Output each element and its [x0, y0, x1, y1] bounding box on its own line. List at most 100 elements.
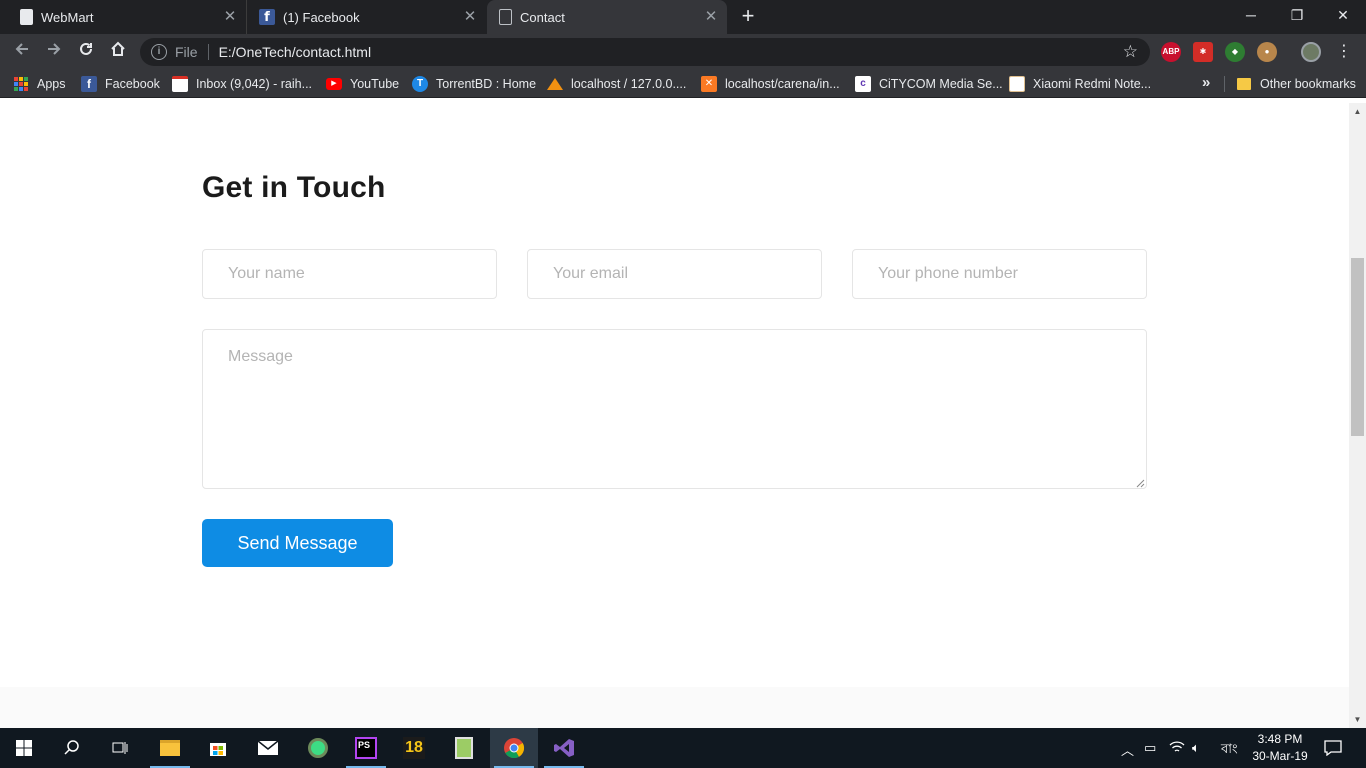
new-tab-button[interactable]: + [736, 5, 760, 29]
task-view-button[interactable] [96, 728, 144, 768]
phpstorm-button[interactable]: PS [342, 728, 390, 768]
close-window-button[interactable]: ✕ [1320, 0, 1366, 30]
forward-button[interactable] [42, 40, 66, 64]
bookmark-apps[interactable]: Apps [14, 75, 66, 93]
resize-grip-icon[interactable] [1136, 479, 1145, 488]
back-arrow-icon [15, 43, 28, 55]
app-18-icon: 18 [403, 737, 425, 759]
xiaomi-icon [1009, 76, 1025, 92]
tab-title: (1) Facebook [283, 9, 360, 25]
scheme-label: File [175, 44, 198, 60]
file-explorer-icon [160, 740, 180, 756]
email-input[interactable] [527, 249, 822, 299]
info-icon[interactable]: i [151, 44, 167, 60]
profile-avatar[interactable] [1301, 42, 1321, 62]
bookmark-label: Apps [37, 77, 66, 91]
close-icon[interactable]: ✕ [462, 9, 478, 25]
bookmark-label: Xiaomi Redmi Note... [1033, 77, 1152, 91]
message-textarea[interactable] [202, 329, 1147, 489]
xampp-icon: ✕ [701, 76, 717, 92]
restore-button[interactable]: ❐ [1274, 0, 1320, 30]
windows-logo-icon [16, 740, 32, 756]
battery-icon[interactable]: ▭ [1144, 740, 1156, 756]
notepad-button[interactable] [440, 728, 488, 768]
visual-studio-button[interactable] [540, 728, 588, 768]
tab-title: WebMart [41, 9, 94, 25]
mail-button[interactable] [244, 728, 292, 768]
document-icon [499, 9, 512, 25]
youtube-icon: ▶ [326, 78, 342, 90]
facebook-icon: f [259, 9, 275, 25]
back-button[interactable] [10, 40, 34, 64]
home-icon [111, 41, 125, 56]
tab-contact[interactable]: Contact ✕ [487, 0, 727, 34]
send-message-button[interactable]: Send Message [202, 519, 393, 567]
tab-facebook[interactable]: f (1) Facebook ✕ [246, 0, 486, 34]
page-viewport: Get in Touch Send Message [0, 103, 1349, 728]
star-icon[interactable]: ☆ [1123, 42, 1138, 62]
mail-icon [257, 740, 279, 755]
volume-icon[interactable]: 🔈︎ [1192, 740, 1200, 756]
divider [1224, 76, 1225, 92]
abp-icon[interactable]: ABP [1161, 42, 1181, 62]
address-bar[interactable]: i File E:/OneTech/contact.html ☆ [140, 38, 1150, 66]
forward-arrow-icon [48, 43, 61, 55]
notification-icon [1324, 740, 1342, 757]
extension-icon[interactable]: ◆ [1225, 42, 1245, 62]
apps-grid-icon [14, 77, 28, 91]
page-title: Get in Touch [202, 171, 386, 204]
minimize-button[interactable]: ─ [1228, 0, 1274, 30]
bookmark-inbox[interactable]: Inbox (9,042) - raih... [172, 75, 312, 93]
bookmark-label: CiTYCOM Media Se... [879, 77, 1003, 91]
wifi-icon[interactable] [1169, 740, 1185, 757]
url-text[interactable]: E:/OneTech/contact.html [219, 44, 372, 60]
bookmark-label: Facebook [105, 77, 160, 91]
scroll-up-icon[interactable]: ▲ [1349, 103, 1366, 120]
system-clock[interactable]: 3:48 PM 30-Mar-19 [1244, 731, 1316, 765]
scroll-down-icon[interactable]: ▼ [1349, 711, 1366, 728]
android-studio-button[interactable] [294, 728, 342, 768]
close-icon[interactable]: ✕ [703, 9, 719, 25]
bookmark-label: Inbox (9,042) - raih... [196, 77, 313, 91]
notepad-icon [455, 737, 473, 759]
tab-webmart[interactable]: WebMart ✕ [8, 0, 246, 34]
reload-button[interactable] [74, 40, 98, 64]
page-scrollbar[interactable]: ▲ ▼ [1349, 103, 1366, 728]
document-icon [20, 9, 33, 25]
close-icon[interactable]: ✕ [222, 9, 238, 25]
bookmark-localhost-phpmyadmin[interactable]: localhost / 127.0.0.... [547, 75, 686, 93]
browser-toolbar: i File E:/OneTech/contact.html ☆ ABP ✱ ◆… [0, 34, 1366, 70]
other-bookmarks[interactable]: Other bookmarks [1237, 75, 1356, 93]
bookmark-localhost-carena[interactable]: ✕ localhost/carena/in... [701, 75, 840, 93]
phone-input[interactable] [852, 249, 1147, 299]
task-view-icon [112, 742, 128, 754]
bookmark-youtube[interactable]: ▶ YouTube [326, 75, 399, 93]
bookmark-torrentbd[interactable]: T TorrentBD : Home [412, 75, 536, 93]
bookmarks-overflow-button[interactable]: » [1202, 74, 1210, 91]
chrome-button[interactable] [490, 728, 538, 768]
file-explorer-button[interactable] [146, 728, 194, 768]
kebab-menu-icon[interactable]: ⋮ [1332, 40, 1356, 64]
other-bookmarks-label: Other bookmarks [1260, 77, 1356, 91]
windows-taskbar: PS 18 ︿ ▭ 🔈︎ বাং 3:48 PM 30-Mar-19 [0, 728, 1366, 768]
start-button[interactable] [0, 728, 48, 768]
lastpass-icon[interactable]: ✱ [1193, 42, 1213, 62]
scrollbar-thumb[interactable] [1351, 258, 1364, 436]
store-button[interactable] [194, 728, 242, 768]
action-center-button[interactable] [1324, 740, 1342, 759]
app-18-button[interactable]: 18 [390, 728, 438, 768]
clock-date: 30-Mar-19 [1252, 749, 1308, 763]
language-indicator[interactable]: বাং [1221, 740, 1238, 761]
bookmark-facebook[interactable]: f Facebook [81, 75, 160, 93]
android-studio-icon [308, 738, 328, 758]
name-input[interactable] [202, 249, 497, 299]
home-button[interactable] [106, 40, 130, 64]
phpmyadmin-icon [547, 78, 563, 90]
reload-icon [80, 42, 92, 55]
taskbar-search-button[interactable] [48, 728, 96, 768]
chevron-up-icon[interactable]: ︿ [1121, 740, 1134, 759]
bookmark-citycom[interactable]: c CiTYCOM Media Se... [855, 75, 1003, 93]
bookmark-xiaomi[interactable]: Xiaomi Redmi Note... [1009, 75, 1151, 93]
facebook-icon: f [81, 76, 97, 92]
cookie-icon[interactable]: ● [1257, 42, 1277, 62]
